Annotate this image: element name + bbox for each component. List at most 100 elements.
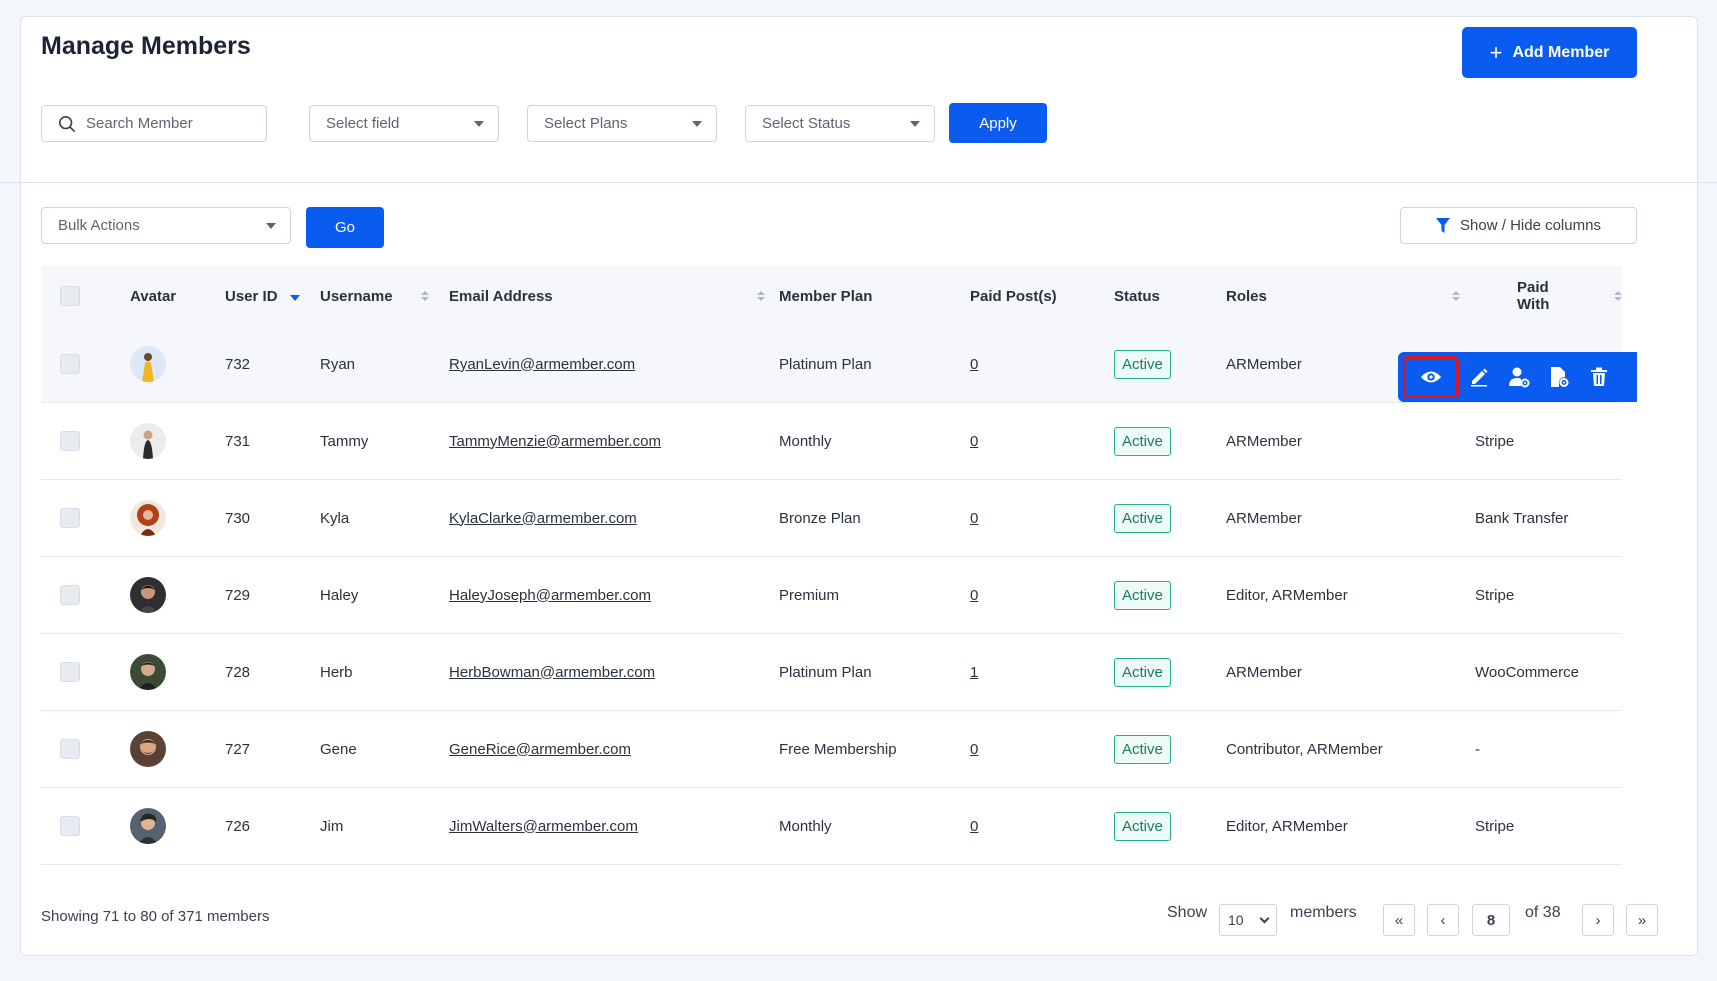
column-paid-with-label: Paid With bbox=[1517, 279, 1550, 313]
column-user-id-label: User ID bbox=[225, 287, 278, 305]
row-checkbox[interactable] bbox=[60, 662, 80, 682]
bulk-actions-dropdown[interactable]: Bulk Actions bbox=[41, 207, 291, 244]
last-page-button[interactable]: » bbox=[1626, 904, 1658, 936]
avatar bbox=[130, 731, 166, 767]
go-button[interactable]: Go bbox=[306, 207, 384, 248]
column-username[interactable]: Username bbox=[320, 266, 429, 326]
user-id: 731 bbox=[225, 432, 251, 450]
username: Tammy bbox=[320, 432, 369, 450]
select-all-checkbox[interactable] bbox=[60, 286, 80, 306]
paid-posts-link[interactable]: 1 bbox=[970, 634, 978, 710]
page-title: Manage Members bbox=[41, 32, 251, 60]
total-pages-label: of 38 bbox=[1525, 904, 1561, 921]
plus-icon: + bbox=[1489, 39, 1503, 65]
user-gear-icon bbox=[1509, 367, 1530, 388]
view-member-button[interactable] bbox=[1403, 356, 1459, 398]
select-field-value: Select field bbox=[326, 115, 400, 132]
table-header: Avatar User ID Username Email Address Me… bbox=[41, 266, 1622, 326]
members-label: members bbox=[1290, 904, 1357, 921]
select-status-dropdown[interactable]: Select Status bbox=[745, 105, 935, 142]
email-link[interactable]: RyanLevin@armember.com bbox=[449, 326, 635, 402]
row-checkbox[interactable] bbox=[60, 816, 80, 836]
select-plans-dropdown[interactable]: Select Plans bbox=[527, 105, 717, 142]
row-checkbox[interactable] bbox=[60, 508, 80, 528]
status-badge: Active bbox=[1114, 657, 1171, 687]
apply-button[interactable]: Apply bbox=[949, 103, 1047, 143]
paid-posts-link[interactable]: 0 bbox=[970, 557, 978, 633]
member-plan: Premium bbox=[779, 586, 840, 604]
status-badge: Active bbox=[1114, 426, 1171, 456]
status-badge: Active bbox=[1114, 580, 1171, 610]
column-paid-with[interactable]: Paid With bbox=[1517, 266, 1622, 326]
paid-with: WooCommerce bbox=[1475, 663, 1579, 681]
column-avatar: Avatar bbox=[130, 287, 177, 305]
user-id: 729 bbox=[225, 586, 251, 604]
show-hide-columns-button[interactable]: Show / Hide columns bbox=[1400, 207, 1637, 244]
next-page-button[interactable]: › bbox=[1582, 904, 1614, 936]
paid-posts-link[interactable]: 0 bbox=[970, 711, 978, 787]
filter-icon bbox=[1436, 217, 1451, 233]
user-id: 732 bbox=[225, 355, 251, 373]
member-documents-button[interactable] bbox=[1542, 360, 1576, 394]
row-checkbox[interactable] bbox=[60, 354, 80, 374]
roles: ARMember bbox=[1226, 509, 1302, 527]
edit-member-button[interactable] bbox=[1462, 360, 1496, 394]
roles: ARMember bbox=[1226, 355, 1302, 373]
row-checkbox[interactable] bbox=[60, 585, 80, 605]
email-link[interactable]: HaleyJoseph@armember.com bbox=[449, 557, 651, 633]
member-plan: Bronze Plan bbox=[779, 509, 861, 527]
email-link[interactable]: TammyMenzie@armember.com bbox=[449, 403, 661, 479]
add-member-button[interactable]: + Add Member bbox=[1462, 27, 1637, 78]
prev-page-button[interactable]: ‹ bbox=[1427, 904, 1459, 936]
table-row[interactable]: 726 Jim JimWalters@armember.com Monthly … bbox=[41, 788, 1622, 865]
table-row[interactable]: 729 Haley HaleyJoseph@armember.com Premi… bbox=[41, 557, 1622, 634]
status-badge: Active bbox=[1114, 734, 1171, 764]
email-link[interactable]: GeneRice@armember.com bbox=[449, 711, 631, 787]
username: Ryan bbox=[320, 355, 356, 373]
column-roles[interactable]: Roles bbox=[1226, 266, 1460, 326]
first-page-button[interactable]: « bbox=[1383, 904, 1415, 936]
per-page-select[interactable]: 10 bbox=[1219, 904, 1277, 936]
member-settings-button[interactable] bbox=[1502, 360, 1536, 394]
paid-posts-link[interactable]: 0 bbox=[970, 788, 978, 864]
table-row[interactable]: 730 Kyla KylaClarke@armember.com Bronze … bbox=[41, 480, 1622, 557]
status-badge: Active bbox=[1114, 349, 1171, 379]
column-roles-label: Roles bbox=[1226, 287, 1267, 305]
roles: ARMember bbox=[1226, 663, 1302, 681]
search-member-field[interactable] bbox=[41, 105, 267, 142]
show-hide-columns-label: Show / Hide columns bbox=[1460, 217, 1601, 234]
username: Haley bbox=[320, 586, 359, 604]
email-link[interactable]: JimWalters@armember.com bbox=[449, 788, 638, 864]
paid-posts-link[interactable]: 0 bbox=[970, 480, 978, 556]
user-id: 727 bbox=[225, 740, 251, 758]
member-plan: Free Membership bbox=[779, 740, 897, 758]
username: Kyla bbox=[320, 509, 350, 527]
email-link[interactable]: HerbBowman@armember.com bbox=[449, 634, 655, 710]
table-row[interactable]: 727 Gene GeneRice@armember.com Free Memb… bbox=[41, 711, 1622, 788]
table-row[interactable]: 732 Ryan RyanLevin@armember.com Platinum… bbox=[41, 326, 1622, 403]
paid-with: - bbox=[1475, 740, 1480, 758]
search-member-input[interactable] bbox=[86, 115, 246, 132]
row-checkbox[interactable] bbox=[60, 739, 80, 759]
select-field-dropdown[interactable]: Select field bbox=[309, 105, 499, 142]
delete-member-button[interactable] bbox=[1582, 360, 1616, 394]
table-row[interactable]: 728 Herb HerbBowman@armember.com Platinu… bbox=[41, 634, 1622, 711]
paid-posts-link[interactable]: 0 bbox=[970, 403, 978, 479]
avatar bbox=[130, 500, 166, 536]
table-row[interactable]: 731 Tammy TammyMenzie@armember.com Month… bbox=[41, 403, 1622, 480]
email-link[interactable]: KylaClarke@armember.com bbox=[449, 480, 637, 556]
column-user-id[interactable]: User ID bbox=[225, 266, 300, 326]
row-checkbox[interactable] bbox=[60, 431, 80, 451]
document-gear-icon bbox=[1551, 367, 1569, 387]
caret-down-icon bbox=[474, 120, 484, 127]
column-email[interactable]: Email Address bbox=[449, 266, 765, 326]
caret-down-icon bbox=[910, 120, 920, 127]
avatar bbox=[130, 346, 166, 382]
status-badge: Active bbox=[1114, 503, 1171, 533]
roles: ARMember bbox=[1226, 432, 1302, 450]
username: Jim bbox=[320, 817, 344, 835]
user-id: 726 bbox=[225, 817, 251, 835]
paid-posts-link[interactable]: 0 bbox=[970, 326, 978, 402]
current-page-input[interactable]: 8 bbox=[1472, 904, 1510, 936]
select-plans-value: Select Plans bbox=[544, 115, 628, 132]
